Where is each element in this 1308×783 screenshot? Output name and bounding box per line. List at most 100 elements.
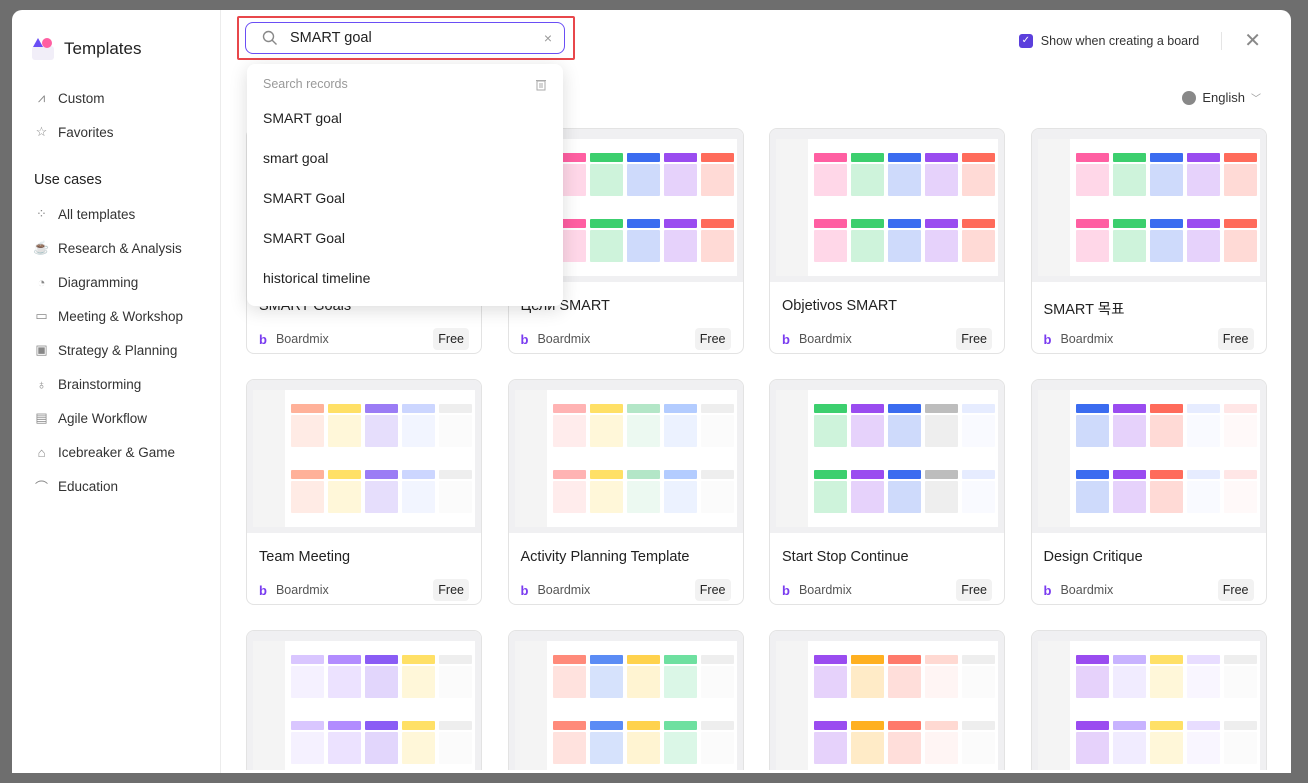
search-record-item[interactable]: SMART Goal: [247, 178, 563, 218]
sidebar-item-label: Strategy & Planning: [58, 342, 178, 358]
thumbnail-block: [1149, 230, 1183, 262]
template-card[interactable]: [246, 630, 482, 770]
thumbnail-block: [1075, 655, 1109, 664]
thumbnail-block: [402, 655, 435, 664]
thumbnail-block: [589, 470, 623, 479]
language-selector[interactable]: English ﹀: [1182, 90, 1261, 105]
sidebar-item-agile-workflow[interactable]: ▤ Agile Workflow: [34, 401, 214, 435]
thumbnail-block: [439, 721, 472, 730]
thumbnail-block: [888, 230, 921, 262]
template-card[interactable]: SMART 목표 b Boardmix Free: [1030, 128, 1267, 354]
clipboard-icon: ▤: [35, 410, 48, 425]
thumbnail-block: [1075, 164, 1109, 196]
boardmix-logo-icon: b: [520, 331, 529, 347]
thumbnail-block: [1223, 230, 1257, 262]
thumbnail-block: [1223, 481, 1257, 513]
thumbnail-block: [1223, 404, 1257, 413]
template-card[interactable]: Team Meeting b Boardmix Free: [246, 379, 482, 605]
sidebar-item-all-templates[interactable]: ⁘ All templates: [34, 197, 214, 231]
template-card[interactable]: Activity Planning Template b Boardmix Free: [507, 379, 744, 605]
search-record-item[interactable]: SMART goal: [247, 98, 563, 138]
template-card[interactable]: Objetivos SMART b Boardmix Free: [769, 128, 1005, 354]
template-title: Objetivos SMART: [782, 298, 897, 314]
thumbnail-block: [589, 481, 623, 513]
thumbnail-block: [663, 230, 697, 262]
thumbnail-block: [402, 470, 435, 479]
thumbnail-block: [814, 230, 847, 262]
thumbnail-block: [552, 732, 586, 764]
thumbnail-block: [1149, 470, 1183, 479]
sidebar-item-label: Agile Workflow: [58, 410, 148, 426]
templates-logo-icon: [32, 38, 54, 60]
boardmix-logo-icon: b: [259, 331, 267, 347]
cup-icon: ☕: [33, 240, 50, 255]
thumbnail-block: [814, 721, 847, 730]
thumbnail-block: [1112, 470, 1146, 479]
thumbnail-block: [888, 732, 921, 764]
template-thumbnail: [247, 380, 481, 533]
trash-icon[interactable]: [535, 78, 547, 91]
sidebar-item-icebreaker-game[interactable]: ⌂ Icebreaker & Game: [34, 435, 214, 469]
template-card[interactable]: Start Stop Continue b Boardmix Free: [769, 379, 1005, 605]
search-record-item[interactable]: SMART Goal: [247, 218, 563, 258]
thumbnail-block: [1186, 470, 1220, 479]
template-title: Activity Planning Template: [520, 549, 690, 565]
sidebar-item-diagramming[interactable]: ◔ Diagramming: [34, 265, 214, 299]
thumbnail-block: [1112, 153, 1146, 162]
boardmix-logo-icon: b: [782, 331, 790, 347]
sidebar-item-meeting-workshop[interactable]: ▭ Meeting & Workshop: [34, 299, 214, 333]
thumbnail-block: [814, 164, 847, 196]
show-when-creating-checkbox[interactable]: ✓: [1018, 33, 1033, 48]
template-card[interactable]: [1030, 630, 1267, 770]
thumbnail-block: [814, 732, 847, 764]
thumbnail-block: [814, 415, 847, 447]
thumbnail-block: [439, 470, 472, 479]
clear-search-icon[interactable]: ×: [544, 30, 552, 46]
thumbnail-block: [851, 666, 884, 698]
search-input[interactable]: [290, 30, 544, 46]
thumbnail-block: [1075, 481, 1109, 513]
boardmix-logo-icon: b: [259, 582, 267, 598]
template-title: Team Meeting: [259, 549, 351, 565]
thumbnail-block: [626, 666, 660, 698]
search-record-item[interactable]: smart goal: [247, 138, 563, 178]
search-box[interactable]: ×: [245, 22, 565, 54]
thumbnail-block: [1149, 415, 1183, 447]
sidebar-item-research-analysis[interactable]: ☕ Research & Analysis: [33, 231, 214, 265]
template-card[interactable]: [507, 630, 744, 770]
thumbnail-block: [291, 721, 324, 730]
show-when-creating-label[interactable]: Show when creating a board: [1041, 34, 1199, 48]
pie-icon: ◔: [37, 274, 46, 290]
sidebar-item-custom[interactable]: ⩘ Custom: [34, 81, 214, 115]
sidebar-item-strategy-planning[interactable]: ▣ Strategy & Planning: [34, 333, 214, 367]
sidebar-item-education[interactable]: ⌒ Education: [34, 469, 214, 503]
thumbnail-block: [1186, 219, 1220, 228]
thumbnail-block: [1112, 655, 1146, 664]
price-badge: Free: [433, 328, 469, 350]
thumbnail-block: [552, 721, 586, 730]
author-name: Boardmix: [798, 332, 852, 346]
search-record-item[interactable]: historical timeline: [247, 258, 563, 298]
thumbnail-block: [1186, 732, 1220, 764]
thumbnail-block: [663, 219, 697, 228]
thumbnail-block: [925, 481, 958, 513]
sidebar-item-favorites[interactable]: ☆ Favorites: [34, 115, 214, 149]
author-name: Boardmix: [537, 332, 591, 346]
close-icon[interactable]: ✕: [1244, 28, 1261, 53]
template-card[interactable]: Design Critique b Boardmix Free: [1030, 379, 1267, 605]
thumbnail-block: [663, 153, 697, 162]
thumbnail-block: [1186, 666, 1220, 698]
thumbnail-block: [626, 164, 660, 196]
template-title: SMART 목표: [1043, 302, 1125, 318]
thumbnail-block: [626, 732, 660, 764]
thumbnail-block: [589, 721, 623, 730]
thumbnail-block: [962, 666, 995, 698]
thumbnail-block: [1186, 230, 1220, 262]
template-card[interactable]: [769, 630, 1005, 770]
thumbnail-block: [402, 404, 435, 413]
thumbnail-block: [626, 230, 660, 262]
thumbnail-block: [1186, 481, 1220, 513]
thumbnail-block: [402, 666, 435, 698]
sidebar-item-brainstorming[interactable]: ♁ Brainstorming: [34, 367, 214, 401]
thumbnail-block: [589, 666, 623, 698]
